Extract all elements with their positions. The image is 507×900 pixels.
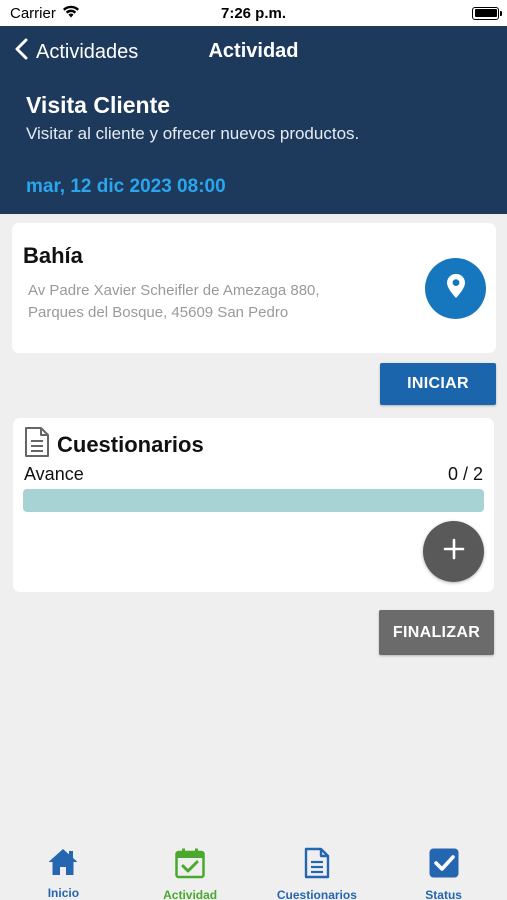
tab-bar: Inicio Actividad Cuestionarios Status [0, 840, 507, 900]
location-address: Av Padre Xavier Scheifler de Amezaga 880… [28, 280, 388, 324]
activity-description: Visitar al cliente y ofrecer nuevos prod… [26, 124, 360, 143]
carrier-label: Carrier [10, 4, 56, 22]
progress-count: 0 / 2 [447, 464, 483, 484]
add-questionnaire-button[interactable] [423, 521, 484, 582]
activity-date: mar, 12 dic 2023 08:00 [26, 176, 226, 197]
address-line-2: Parques del Bosque, 45609 San Pedro [28, 304, 289, 321]
start-button[interactable]: INICIAR [380, 363, 496, 405]
wifi-icon [62, 5, 80, 22]
battery-level [474, 9, 497, 17]
page-title: Actividad [208, 40, 299, 62]
tab-actividad[interactable]: Actividad [127, 840, 254, 900]
activity-title: Visita Cliente [26, 92, 171, 118]
battery-icon [472, 6, 502, 20]
navigation-bar: Actividades Actividad [0, 26, 507, 80]
document-icon [23, 426, 51, 463]
home-icon [47, 847, 79, 882]
document-icon [303, 847, 331, 884]
tab-status[interactable]: Status [380, 840, 507, 900]
map-pin-icon [446, 273, 466, 304]
activity-header: Actividades Actividad Visita Cliente Vis… [0, 26, 507, 214]
progress-bar [23, 489, 484, 512]
finish-button[interactable]: FINALIZAR [379, 610, 494, 655]
checkbox-icon [428, 847, 460, 884]
address-line-1: Av Padre Xavier Scheifler de Amezaga 880… [28, 282, 320, 299]
plus-icon [443, 538, 465, 565]
questionnaires-header: Cuestionarios [23, 426, 204, 463]
calendar-check-icon [174, 847, 206, 884]
tab-label: Cuestionarios [276, 888, 357, 900]
tab-label: Status [425, 888, 462, 900]
status-bar: Carrier 7:26 p.m. [0, 0, 507, 26]
status-left: Carrier [10, 5, 80, 22]
questionnaires-title: Cuestionarios [57, 431, 204, 457]
tab-cuestionarios[interactable]: Cuestionarios [254, 840, 381, 900]
map-location-button[interactable] [425, 258, 486, 319]
tab-label: Inicio [47, 886, 80, 900]
location-card: Bahía Av Padre Xavier Scheifler de Ameza… [12, 223, 496, 353]
tab-inicio[interactable]: Inicio [0, 840, 127, 900]
questionnaires-card: Cuestionarios Avance 0 / 2 [13, 418, 494, 592]
progress-label: Avance [24, 464, 84, 484]
tab-label: Actividad [163, 888, 218, 900]
location-name: Bahía [23, 243, 83, 268]
